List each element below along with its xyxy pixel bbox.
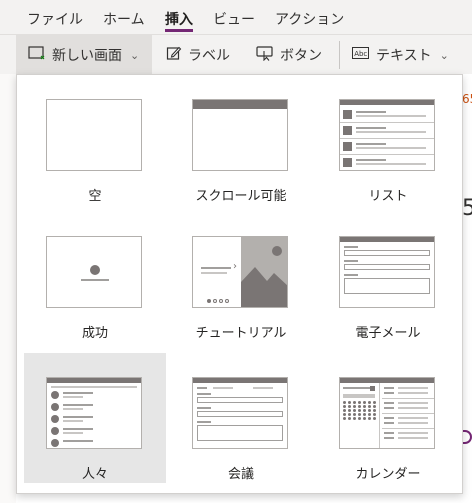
blank-template-icon — [46, 99, 142, 171]
canvas-number: 65 — [462, 92, 472, 106]
label-button[interactable]: ラベル — [166, 35, 230, 75]
menu-action[interactable]: アクション — [275, 9, 344, 29]
tutorial-template-icon: › — [192, 236, 288, 308]
menu-home[interactable]: ホーム — [103, 9, 145, 29]
label-button-label: ラベル — [188, 48, 230, 64]
menu-insert[interactable]: 挿入 — [165, 9, 193, 29]
template-list[interactable]: リスト — [317, 75, 459, 205]
button-control-icon — [256, 45, 274, 65]
meeting-template-icon — [192, 377, 288, 449]
template-label: カレンダー — [355, 467, 421, 482]
new-screen-button[interactable]: 新しい画面 ⌄ — [16, 35, 152, 75]
button-button-label: ボタン — [280, 48, 322, 64]
template-people[interactable]: 人々 — [24, 353, 166, 483]
calendar-template-icon — [339, 377, 435, 449]
template-scrollable[interactable]: スクロール可能 — [170, 75, 312, 205]
text-button-label: テキスト — [376, 48, 432, 64]
text-button[interactable]: Abc テキスト ⌄ — [352, 35, 449, 75]
people-template-icon — [46, 377, 142, 449]
template-label: 空 — [88, 189, 102, 204]
chevron-down-icon: ⌄ — [130, 48, 140, 62]
menu-view[interactable]: ビュー — [213, 9, 255, 29]
svg-text:Abc: Abc — [354, 50, 367, 58]
canvas-shape-fragment — [463, 430, 472, 444]
menu-file[interactable]: ファイル — [27, 9, 83, 29]
toolbar-divider — [339, 41, 340, 69]
template-blank[interactable]: 空 — [24, 75, 166, 205]
text-input-icon: Abc — [352, 46, 370, 64]
template-label: リスト — [368, 189, 408, 204]
menu-bar: ファイル ホーム 挿入 ビュー アクション — [0, 0, 472, 34]
new-screen-dropdown: 空 スクロール可能 リスト 成功 › チュートリアル 電子メール 人々 会議 カ… — [16, 74, 463, 494]
template-tutorial[interactable]: › チュートリアル — [170, 212, 312, 342]
chevron-down-icon: ⌄ — [439, 48, 449, 62]
list-template-icon — [339, 99, 435, 171]
template-label: 人々 — [81, 467, 108, 482]
edit-icon — [166, 45, 182, 65]
canvas-large-glyph: 5 — [462, 196, 472, 221]
email-template-icon — [339, 236, 435, 308]
template-calendar[interactable]: カレンダー — [317, 353, 459, 483]
template-label: 会議 — [227, 467, 254, 482]
template-meeting[interactable]: 会議 — [170, 353, 312, 483]
button-button[interactable]: ボタン — [256, 35, 322, 75]
scrollable-template-icon — [192, 99, 288, 171]
template-label: チュートリアル — [195, 326, 287, 341]
canvas-left-strip — [0, 74, 16, 503]
template-email[interactable]: 電子メール — [317, 212, 459, 342]
template-success[interactable]: 成功 — [24, 212, 166, 342]
active-menu-indicator — [165, 29, 193, 32]
new-screen-icon — [28, 45, 46, 65]
template-label: スクロール可能 — [195, 189, 287, 204]
success-template-icon — [46, 236, 142, 308]
template-label: 成功 — [81, 326, 108, 341]
toolbar: 新しい画面 ⌄ ラベル ボタン Abc テキスト ⌄ — [0, 34, 472, 75]
template-label: 電子メール — [355, 326, 421, 341]
new-screen-label: 新しい画面 — [52, 48, 122, 64]
